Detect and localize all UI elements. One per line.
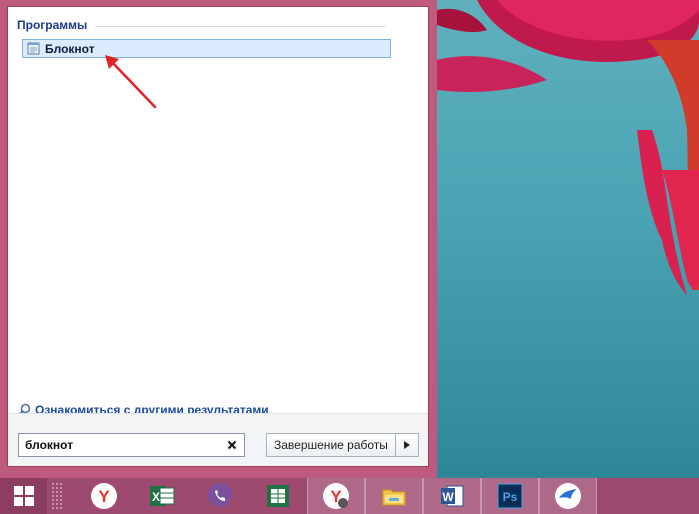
svg-text:W: W: [442, 490, 454, 504]
start-button[interactable]: [0, 478, 47, 514]
annotation-arrow: [105, 55, 157, 109]
taskbar-app-explorer[interactable]: [365, 478, 423, 514]
result-item-notepad[interactable]: Блокнот: [22, 39, 391, 58]
flower-wallpaper-image: [437, 0, 699, 295]
svg-text:Y: Y: [98, 487, 110, 506]
shutdown-options-button[interactable]: [396, 434, 418, 456]
excel-spreadsheet-icon: [264, 482, 292, 510]
start-menu-panel: Программы Блокнот Ознакомиться с другими…: [7, 6, 429, 467]
taskbar-app-yandex-alt[interactable]: Y: [307, 478, 365, 514]
svg-text:Ps: Ps: [503, 490, 518, 504]
taskbar-app-viber[interactable]: [191, 478, 249, 514]
result-item-label: Блокнот: [45, 41, 95, 56]
taskbar-app-excel-2[interactable]: [249, 478, 307, 514]
shutdown-button-group: Завершение работы: [266, 433, 419, 457]
close-icon: [227, 440, 237, 450]
programs-section-title: Программы: [17, 18, 88, 32]
taskbar-grip[interactable]: [51, 482, 63, 510]
folder-icon: [380, 482, 408, 510]
notepad-icon: [27, 42, 40, 55]
yandex-browser-icon: Y: [90, 482, 118, 510]
taskbar-app-photoshop[interactable]: Ps: [481, 478, 539, 514]
section-divider: [95, 25, 386, 27]
taskbar-app-bird[interactable]: [539, 478, 597, 514]
programs-section-header: Программы: [17, 17, 386, 33]
taskbar-app-yandex[interactable]: Y: [75, 478, 133, 514]
windows-logo-icon: [13, 486, 34, 506]
taskbar-app-word[interactable]: W: [423, 478, 481, 514]
clear-search-button[interactable]: [224, 437, 240, 453]
start-menu-bottom-bar: Завершение работы: [8, 413, 428, 466]
yandex-browser-alt-icon: Y: [322, 482, 350, 510]
chevron-right-icon: [403, 441, 410, 449]
svg-text:X: X: [152, 490, 160, 504]
search-input[interactable]: [25, 438, 215, 452]
taskbar: Y X Y W Ps: [0, 478, 699, 514]
shutdown-button[interactable]: Завершение работы: [267, 434, 396, 456]
excel-icon: X: [148, 482, 176, 510]
word-icon: W: [438, 482, 466, 510]
photoshop-icon: Ps: [496, 482, 524, 510]
bird-icon: [554, 482, 582, 510]
viber-icon: [206, 482, 234, 510]
search-box: [18, 433, 245, 457]
taskbar-app-excel[interactable]: X: [133, 478, 191, 514]
